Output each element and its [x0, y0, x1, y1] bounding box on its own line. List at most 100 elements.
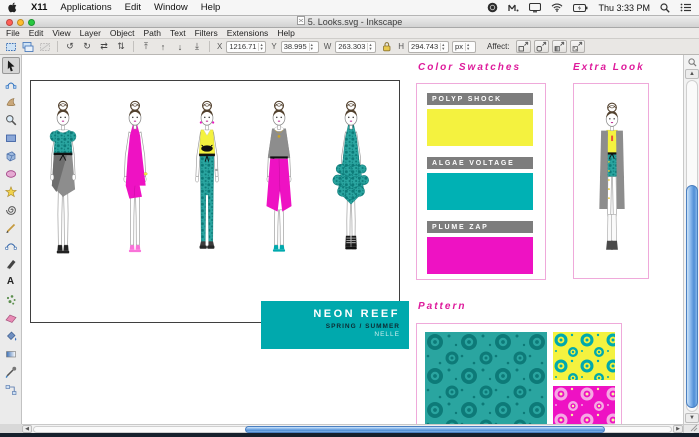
- notification-center-icon[interactable]: [680, 3, 691, 12]
- vertical-scrollbar[interactable]: ▲ ▼: [683, 55, 699, 424]
- menu-view[interactable]: View: [52, 28, 70, 38]
- spray-tool[interactable]: [2, 291, 20, 308]
- menu-extra-app-icon[interactable]: [487, 2, 498, 13]
- swatch-algae-voltage[interactable]: [427, 173, 533, 210]
- affect-move-patterns-toggle[interactable]: [569, 40, 585, 53]
- paint-bucket-tool[interactable]: [2, 327, 20, 344]
- menu-help[interactable]: Help: [277, 28, 294, 38]
- menubar-item-help[interactable]: Help: [201, 2, 221, 13]
- menu-object[interactable]: Object: [110, 28, 135, 38]
- scroll-zoom-icon[interactable]: [685, 56, 699, 68]
- swatch-plume-zap[interactable]: [427, 237, 533, 274]
- menu-file[interactable]: File: [6, 28, 20, 38]
- scroll-up-button[interactable]: ▲: [685, 69, 699, 79]
- menu-edit[interactable]: Edit: [29, 28, 44, 38]
- menu-layer[interactable]: Layer: [80, 28, 101, 38]
- flip-vertical-button[interactable]: ⇅: [114, 40, 128, 53]
- y-field[interactable]: 38.995 ▴ ▾: [280, 40, 319, 53]
- extra-look-box[interactable]: [573, 83, 649, 279]
- ellipse-tool[interactable]: [2, 165, 20, 182]
- select-all-button[interactable]: [4, 40, 18, 53]
- vertical-scroll-thumb[interactable]: [686, 185, 698, 408]
- connector-tool[interactable]: [2, 381, 20, 398]
- unit-select[interactable]: px ▴ ▾: [452, 40, 477, 53]
- x-field-value[interactable]: 1216.71: [227, 42, 258, 51]
- spotlight-icon[interactable]: [660, 2, 670, 13]
- menu-path[interactable]: Path: [143, 28, 161, 38]
- star-tool[interactable]: [2, 183, 20, 200]
- box3d-tool[interactable]: [2, 147, 20, 164]
- pattern-swatch-yellow[interactable]: [553, 332, 615, 380]
- horizontal-scroll-thumb[interactable]: [245, 425, 605, 433]
- input-source-icon[interactable]: [508, 3, 519, 13]
- eraser-tool[interactable]: [2, 309, 20, 326]
- close-button[interactable]: [6, 18, 13, 26]
- drawing-canvas[interactable]: NEON REEF SPRING / SUMMER NELLE Color Sw…: [22, 55, 683, 424]
- rotate-ccw-button[interactable]: ↺: [63, 40, 77, 53]
- affect-scale-corners-toggle[interactable]: [533, 40, 549, 53]
- pattern-box[interactable]: [416, 323, 622, 424]
- flip-horizontal-button[interactable]: ⇄: [97, 40, 111, 53]
- look-figure-4[interactable]: [253, 98, 305, 264]
- pattern-swatch-magenta[interactable]: [553, 386, 615, 424]
- apple-menu-icon[interactable]: [8, 2, 18, 13]
- horizontal-scrollbar[interactable]: ◀ ▶: [22, 424, 683, 433]
- spiral-tool[interactable]: [2, 201, 20, 218]
- pattern-swatch-teal[interactable]: [425, 332, 547, 424]
- menubar-clock[interactable]: Thu 3:33 PM: [598, 3, 650, 13]
- select-all-layers-button[interactable]: [21, 40, 35, 53]
- scroll-left-button[interactable]: ◀: [22, 425, 32, 433]
- rotate-cw-button[interactable]: ↻: [80, 40, 94, 53]
- tweak-tool[interactable]: [2, 93, 20, 110]
- affect-move-gradients-toggle[interactable]: [551, 40, 567, 53]
- zoom-button[interactable]: [28, 18, 35, 26]
- look-figure-1[interactable]: [37, 98, 89, 264]
- deselect-button[interactable]: [38, 40, 52, 53]
- color-swatches-box[interactable]: POLYP SHOCK ALGAE VOLTAGE PLUME ZAP: [416, 83, 546, 280]
- calligraphy-tool[interactable]: [2, 255, 20, 272]
- dropper-tool[interactable]: [2, 363, 20, 380]
- menubar-item-applications[interactable]: Applications: [60, 2, 111, 13]
- menu-filters[interactable]: Filters: [195, 28, 218, 38]
- look-figure-3[interactable]: [181, 98, 233, 264]
- battery-icon[interactable]: [573, 3, 588, 12]
- zoom-tool[interactable]: [2, 111, 20, 128]
- node-tool[interactable]: [2, 75, 20, 92]
- h-field-value[interactable]: 294.743: [409, 42, 440, 51]
- pencil-tool[interactable]: [2, 219, 20, 236]
- extra-look-figure[interactable]: [583, 98, 641, 262]
- swatch-polyp-shock[interactable]: [427, 109, 533, 146]
- h-field[interactable]: 294.743 ▴ ▾: [408, 40, 450, 53]
- look-figure-5[interactable]: [325, 98, 377, 264]
- wifi-icon[interactable]: [551, 3, 563, 12]
- affect-scale-stroke-toggle[interactable]: [515, 40, 531, 53]
- look-figure-2[interactable]: [109, 98, 161, 264]
- text-tool[interactable]: A: [2, 273, 20, 290]
- x-field[interactable]: 1216.71 ▴ ▾: [226, 40, 267, 53]
- menu-extensions[interactable]: Extensions: [227, 28, 269, 38]
- lower-button[interactable]: ↓: [173, 40, 187, 53]
- scroll-right-button[interactable]: ▶: [673, 425, 683, 433]
- selector-tool[interactable]: [1, 57, 20, 74]
- raise-to-top-button[interactable]: ⤒: [139, 40, 153, 53]
- y-field-value[interactable]: 38.995: [282, 42, 309, 51]
- display-mirroring-icon[interactable]: [529, 2, 542, 13]
- minimize-button[interactable]: [17, 18, 24, 26]
- w-field-value[interactable]: 263.303: [336, 42, 367, 51]
- collection-label-box[interactable]: NEON REEF SPRING / SUMMER NELLE: [261, 301, 409, 349]
- menubar-item-window[interactable]: Window: [154, 2, 188, 13]
- menubar-app-name[interactable]: X11: [31, 2, 47, 13]
- lower-to-bottom-button[interactable]: ⤓: [190, 40, 204, 53]
- menubar-item-edit[interactable]: Edit: [125, 2, 141, 13]
- w-field[interactable]: 263.303 ▴ ▾: [335, 40, 377, 53]
- resize-grip[interactable]: [683, 424, 699, 433]
- scroll-down-button[interactable]: ▼: [685, 413, 699, 423]
- lock-ratio-toggle[interactable]: [379, 40, 393, 53]
- window-titlebar[interactable]: 5. Looks.svg - Inkscape: [0, 16, 699, 28]
- raise-button[interactable]: ↑: [156, 40, 170, 53]
- gradient-tool[interactable]: [2, 345, 20, 362]
- menu-text[interactable]: Text: [170, 28, 186, 38]
- rectangle-tool[interactable]: [2, 129, 20, 146]
- pen-tool[interactable]: [2, 237, 20, 254]
- unit-select-value[interactable]: px: [453, 42, 465, 51]
